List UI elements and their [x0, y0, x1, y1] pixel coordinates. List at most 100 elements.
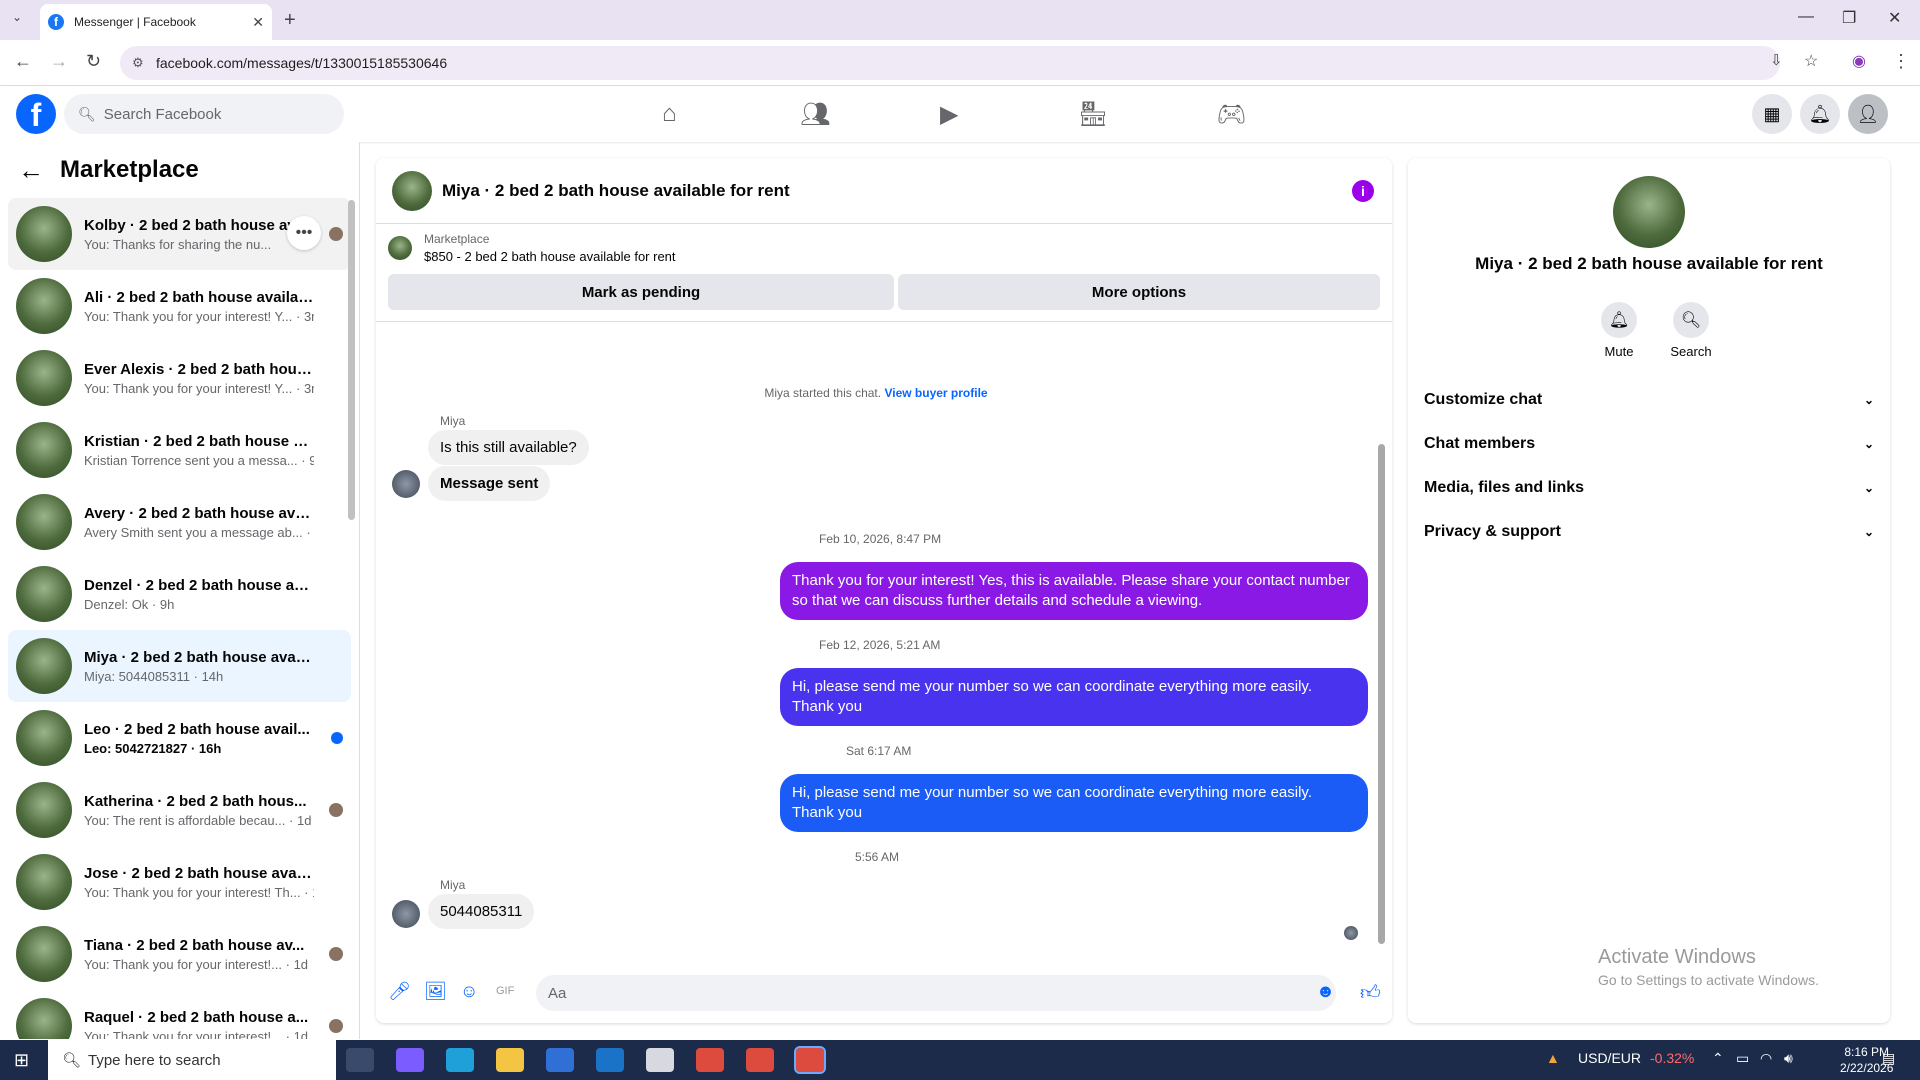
conversation-item[interactable]: Tiana · 2 bed 2 bath house av... You: Tha…: [8, 918, 351, 990]
media-files-links-section[interactable]: Media, files and links ⌄: [1424, 466, 1874, 510]
facebook-logo-icon[interactable]: f: [16, 94, 56, 134]
sender-avatar[interactable]: [392, 900, 420, 928]
outlook-icon[interactable]: [596, 1048, 624, 1072]
chat-members-section[interactable]: Chat members ⌄: [1424, 422, 1874, 466]
conversation-preview: Leo: 5042721827 · 16h: [84, 741, 314, 756]
menu-icon[interactable]: ⋮: [1892, 51, 1910, 72]
account-avatar[interactable]: 👤︎: [1848, 94, 1888, 134]
chat-title[interactable]: Miya · 2 bed 2 bath house available for …: [442, 181, 790, 201]
marketplace-icon[interactable]: 🏪︎: [1078, 100, 1108, 129]
photo-icon[interactable]: 🖼︎: [424, 981, 447, 1002]
sidebar-header: ← Marketplace: [0, 142, 359, 198]
ticker-label[interactable]: USD/EUR: [1578, 1050, 1641, 1066]
sender-avatar[interactable]: [392, 470, 420, 498]
chat-scrollbar[interactable]: [1378, 444, 1385, 944]
incoming-message[interactable]: Is this still available?: [428, 430, 589, 465]
outgoing-message[interactable]: Hi, please send me your number so we can…: [780, 668, 1368, 726]
conversation-preview: Avery Smith sent you a message ab... · 3…: [84, 525, 314, 540]
task-view-icon[interactable]: [346, 1048, 374, 1072]
install-icon[interactable]: ⇩: [1770, 51, 1783, 69]
notification-center-icon[interactable]: ▤: [1882, 1050, 1895, 1067]
outgoing-message[interactable]: Thank you for your interest! Yes, this i…: [780, 562, 1368, 620]
back-arrow-icon[interactable]: ←: [18, 155, 44, 186]
site-info-icon[interactable]: ⚙: [132, 55, 144, 71]
info-icon[interactable]: i: [1352, 180, 1374, 202]
listing-title[interactable]: $850 - 2 bed 2 bath house available for …: [424, 249, 1380, 264]
bookmark-star-icon[interactable]: ☆: [1804, 51, 1818, 71]
chrome-icon[interactable]: [746, 1048, 774, 1072]
chat-start-notice: Miya started this chat. View buyer profi…: [376, 386, 1376, 400]
mute-button[interactable]: 🔔︎ Mute: [1589, 302, 1649, 359]
close-tab-icon[interactable]: ✕: [252, 14, 264, 31]
sticker-icon[interactable]: ☺: [460, 981, 478, 1002]
video-icon[interactable]: ▶: [940, 100, 958, 129]
more-options-button[interactable]: More options: [898, 274, 1380, 310]
customize-chat-section[interactable]: Customize chat ⌄: [1424, 378, 1874, 422]
wifi-icon[interactable]: ◠: [1760, 1050, 1772, 1067]
incoming-message[interactable]: Message sent: [428, 466, 551, 501]
microphone-icon[interactable]: 🎤︎: [388, 981, 411, 1002]
tab-search-icon[interactable]: ⌄: [12, 10, 22, 24]
search-chat-button[interactable]: 🔍︎ Search: [1661, 302, 1721, 359]
conversation-item[interactable]: Ever Alexis · 2 bed 2 bath house ... You:…: [8, 342, 351, 414]
close-window-icon[interactable]: ✕: [1888, 8, 1901, 28]
emoji-icon[interactable]: ☻: [1316, 981, 1335, 1002]
windows-start-icon[interactable]: ⊞: [14, 1050, 29, 1071]
app-icon[interactable]: [646, 1048, 674, 1072]
profile-icon[interactable]: ◉: [1852, 51, 1866, 71]
conversation-item[interactable]: Kristian · 2 bed 2 bath house av... Krist…: [8, 414, 351, 486]
back-icon[interactable]: ←: [14, 51, 32, 72]
privacy-support-section[interactable]: Privacy & support ⌄: [1424, 510, 1874, 554]
chrome-active-icon[interactable]: [794, 1046, 826, 1074]
conversation-item[interactable]: Katherina · 2 bed 2 bath hous... You: The…: [8, 774, 351, 846]
home-icon[interactable]: ⌂: [662, 100, 677, 128]
chat-avatar[interactable]: [392, 170, 432, 211]
copilot-icon[interactable]: [396, 1048, 424, 1072]
thumbs-up-icon[interactable]: 👍︎: [1360, 981, 1381, 1005]
tray-chevron-icon[interactable]: ⌃: [1712, 1050, 1724, 1067]
preview-text: You: Thank you for your interest!...: [84, 956, 283, 972]
read-receipt-avatar: [329, 1019, 343, 1033]
mark-pending-button[interactable]: Mark as pending: [388, 274, 894, 310]
volume-icon[interactable]: 🔊︎: [1784, 1050, 1793, 1067]
conversation-item[interactable]: Jose · 2 bed 2 bath house availa... You: …: [8, 846, 351, 918]
conversation-avatar: [16, 854, 72, 910]
conversation-item[interactable]: Raquel · 2 bed 2 bath house a... You: Tha…: [8, 990, 351, 1039]
view-buyer-profile-link[interactable]: View buyer profile: [884, 386, 987, 400]
search-input[interactable]: 🔍︎ Search Facebook: [64, 94, 344, 134]
sidebar-scrollbar[interactable]: [348, 200, 355, 520]
incoming-message[interactable]: 5044085311: [428, 894, 535, 929]
notifications-bell-icon[interactable]: 🔔︎: [1800, 94, 1840, 134]
gif-icon[interactable]: GIF: [496, 985, 514, 997]
friends-icon[interactable]: 👥︎: [800, 100, 830, 129]
url-field[interactable]: ⚙ facebook.com/messages/t/13300151855306…: [120, 46, 1780, 80]
conversation-preview: You: The rent is affordable becau... · 1…: [84, 813, 314, 828]
outgoing-message[interactable]: Hi, please send me your number so we can…: [780, 774, 1368, 832]
taskbar-search[interactable]: 🔍︎ Type here to search: [48, 1040, 336, 1080]
forward-icon[interactable]: →: [50, 51, 68, 72]
file-explorer-icon[interactable]: [496, 1048, 524, 1072]
more-options-icon[interactable]: •••: [287, 216, 321, 250]
store-icon[interactable]: [546, 1048, 574, 1072]
message-input[interactable]: Aa: [536, 975, 1336, 1011]
conversation-item[interactable]: Avery · 2 bed 2 bath house avail... Avery…: [8, 486, 351, 558]
gaming-icon[interactable]: 🎮︎: [1216, 100, 1246, 129]
restore-icon[interactable]: ❐: [1842, 8, 1856, 28]
listing-banner: Marketplace $850 - 2 bed 2 bath house av…: [376, 224, 1392, 322]
listing-thumbnail[interactable]: [388, 236, 412, 260]
conversation-item[interactable]: Miya · 2 bed 2 bath house availa... Miya:…: [8, 630, 351, 702]
conversation-item[interactable]: Denzel · 2 bed 2 bath house avai... Denze…: [8, 558, 351, 630]
menu-grid-icon[interactable]: ▦: [1752, 94, 1792, 134]
reload-icon[interactable]: ↻: [86, 51, 101, 72]
chrome-icon[interactable]: [696, 1048, 724, 1072]
details-avatar[interactable]: [1613, 176, 1685, 248]
conversation-item[interactable]: Ali · 2 bed 2 bath house availabl... You:…: [8, 270, 351, 342]
conversation-item[interactable]: Kolby · 2 bed 2 bath house av You: Thanks…: [8, 198, 351, 270]
edge-icon[interactable]: [446, 1048, 474, 1072]
conversation-item[interactable]: Leo · 2 bed 2 bath house avail... Leo: 50…: [8, 702, 351, 774]
conversation-time: 14h: [201, 668, 224, 684]
browser-tab[interactable]: f Messenger | Facebook ✕: [40, 4, 272, 40]
meet-icon[interactable]: ▭: [1736, 1050, 1749, 1067]
minimize-icon[interactable]: —: [1798, 8, 1814, 26]
new-tab-icon[interactable]: +: [284, 9, 296, 32]
